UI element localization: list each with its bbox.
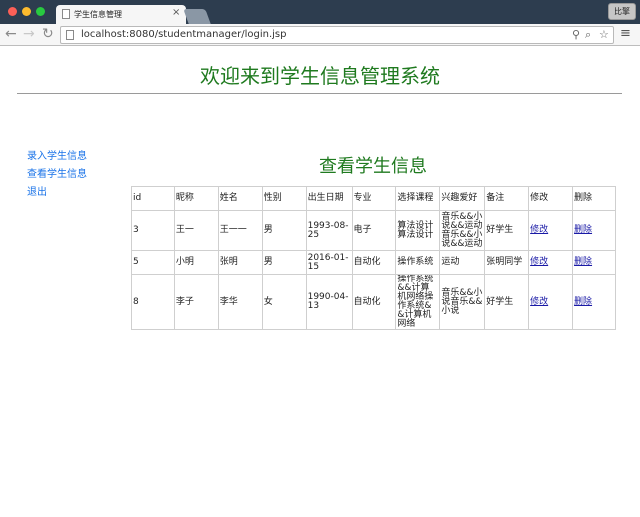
cell-gender: 女: [261, 274, 307, 330]
edit-link[interactable]: 修改: [530, 225, 548, 235]
cell-delete: 删除: [572, 250, 616, 275]
cell-id: 8: [131, 274, 175, 330]
cell-nickname: 小明: [173, 250, 219, 275]
cell-birthdate: 1990-04-13: [305, 274, 353, 330]
cell-name: 张明: [217, 250, 263, 275]
cell-major: 自动化: [351, 250, 397, 275]
sidebar-item-view-students[interactable]: 查看学生信息: [27, 166, 87, 184]
cell-id: 5: [131, 250, 175, 275]
forward-arrow-icon[interactable]: →: [23, 27, 35, 41]
bookmark-star-icon[interactable]: ☆: [599, 28, 609, 41]
delete-link[interactable]: 删除: [574, 225, 592, 235]
header-divider: [17, 93, 622, 94]
cell-name: 李华: [217, 274, 263, 330]
column-header: 昵称: [173, 186, 219, 211]
minimize-window-button[interactable]: [22, 7, 31, 16]
cell-birthdate: 1993-08-25: [305, 210, 353, 251]
cell-edit: 修改: [528, 210, 574, 251]
column-header: 修改: [528, 186, 574, 211]
cell-name: 王一一: [217, 210, 263, 251]
url-text[interactable]: localhost:8080/studentmanager/login.jsp: [81, 29, 287, 40]
delete-link[interactable]: 删除: [574, 257, 592, 267]
cell-id: 3: [131, 210, 175, 251]
cell-hobbies: 音乐&&小说音乐&&小说: [439, 274, 486, 330]
site-title: 欢迎来到学生信息管理系统: [200, 64, 440, 88]
page-content: 欢迎来到学生信息管理系统 录入学生信息 查看学生信息 退出 查看学生信息 id …: [0, 47, 640, 517]
sidebar-nav: 录入学生信息 查看学生信息 退出: [27, 148, 87, 202]
cell-major: 电子: [351, 210, 397, 251]
page-icon: [66, 30, 74, 40]
cell-birthdate: 2016-01-15: [305, 250, 353, 275]
address-bar[interactable]: localhost:8080/studentmanager/login.jsp …: [60, 26, 614, 44]
cell-gender: 男: [261, 210, 307, 251]
new-tab-button[interactable]: [183, 9, 211, 24]
close-window-button[interactable]: [8, 7, 17, 16]
menu-icon[interactable]: ≡: [620, 27, 631, 40]
browser-tab[interactable]: 学生信息管理 ×: [56, 5, 186, 24]
student-table: id 昵称 姓名 性别 出生日期 专业 选择课程 兴趣爱好 备注 修改 删除 3…: [131, 186, 616, 330]
cell-delete: 删除: [572, 210, 616, 251]
browser-window: 学生信息管理 × 比擎 ← → ↻ localhost:8080/student…: [0, 0, 640, 517]
table-row: 3 王一 王一一 男 1993-08-25 电子 算法设计算法设计 音乐&&小说…: [131, 210, 616, 251]
table-row: 5 小明 张明 男 2016-01-15 自动化 操作系统 运动 张明同学 修改…: [131, 250, 616, 275]
column-header: id: [131, 186, 175, 211]
cell-nickname: 王一: [173, 210, 219, 251]
section-title: 查看学生信息: [319, 156, 427, 177]
cell-gender: 男: [261, 250, 307, 275]
delete-link[interactable]: 删除: [574, 297, 592, 307]
table-row: 8 李子 李华 女 1990-04-13 自动化 操作系统&&计算机网络操作系统…: [131, 274, 616, 330]
document-icon: [62, 9, 70, 19]
column-header: 姓名: [217, 186, 263, 211]
cell-hobbies: 音乐&&小说&&运动音乐&&小说&&运动: [439, 210, 486, 251]
key-icon[interactable]: ⚲: [572, 28, 580, 41]
column-header: 兴趣爱好: [439, 186, 486, 211]
browser-toolbar: ← → ↻ localhost:8080/studentmanager/logi…: [0, 24, 640, 46]
cell-courses: 算法设计算法设计: [395, 210, 441, 251]
tab-bar: 学生信息管理 × 比擎: [0, 0, 640, 24]
maximize-window-button[interactable]: [36, 7, 45, 16]
cell-courses: 操作系统&&计算机网络操作系统&&计算机网络: [395, 274, 441, 330]
cell-nickname: 李子: [173, 274, 219, 330]
column-header: 选择课程: [395, 186, 441, 211]
reload-icon[interactable]: ↻: [42, 27, 54, 41]
column-header: 性别: [261, 186, 307, 211]
cell-edit: 修改: [528, 274, 574, 330]
cell-remark: 张明同学: [484, 250, 530, 275]
back-arrow-icon[interactable]: ←: [5, 27, 17, 41]
edit-link[interactable]: 修改: [530, 257, 548, 267]
tab-close-icon[interactable]: ×: [172, 7, 180, 18]
column-header: 备注: [484, 186, 530, 211]
cell-hobbies: 运动: [439, 250, 486, 275]
cell-remark: 好学生: [484, 274, 530, 330]
column-header: 出生日期: [305, 186, 353, 211]
cell-delete: 删除: [572, 274, 616, 330]
sidebar-item-add-student[interactable]: 录入学生信息: [27, 148, 87, 166]
zoom-icon[interactable]: ⌕: [585, 28, 591, 42]
cell-remark: 好学生: [484, 210, 530, 251]
profile-button[interactable]: 比擎: [608, 3, 636, 20]
sidebar-item-logout[interactable]: 退出: [27, 184, 87, 202]
column-header: 删除: [572, 186, 616, 211]
tab-title: 学生信息管理: [74, 10, 122, 19]
cell-courses: 操作系统: [395, 250, 441, 275]
cell-major: 自动化: [351, 274, 397, 330]
cell-edit: 修改: [528, 250, 574, 275]
edit-link[interactable]: 修改: [530, 297, 548, 307]
table-header-row: id 昵称 姓名 性别 出生日期 专业 选择课程 兴趣爱好 备注 修改 删除: [131, 186, 616, 211]
column-header: 专业: [351, 186, 397, 211]
